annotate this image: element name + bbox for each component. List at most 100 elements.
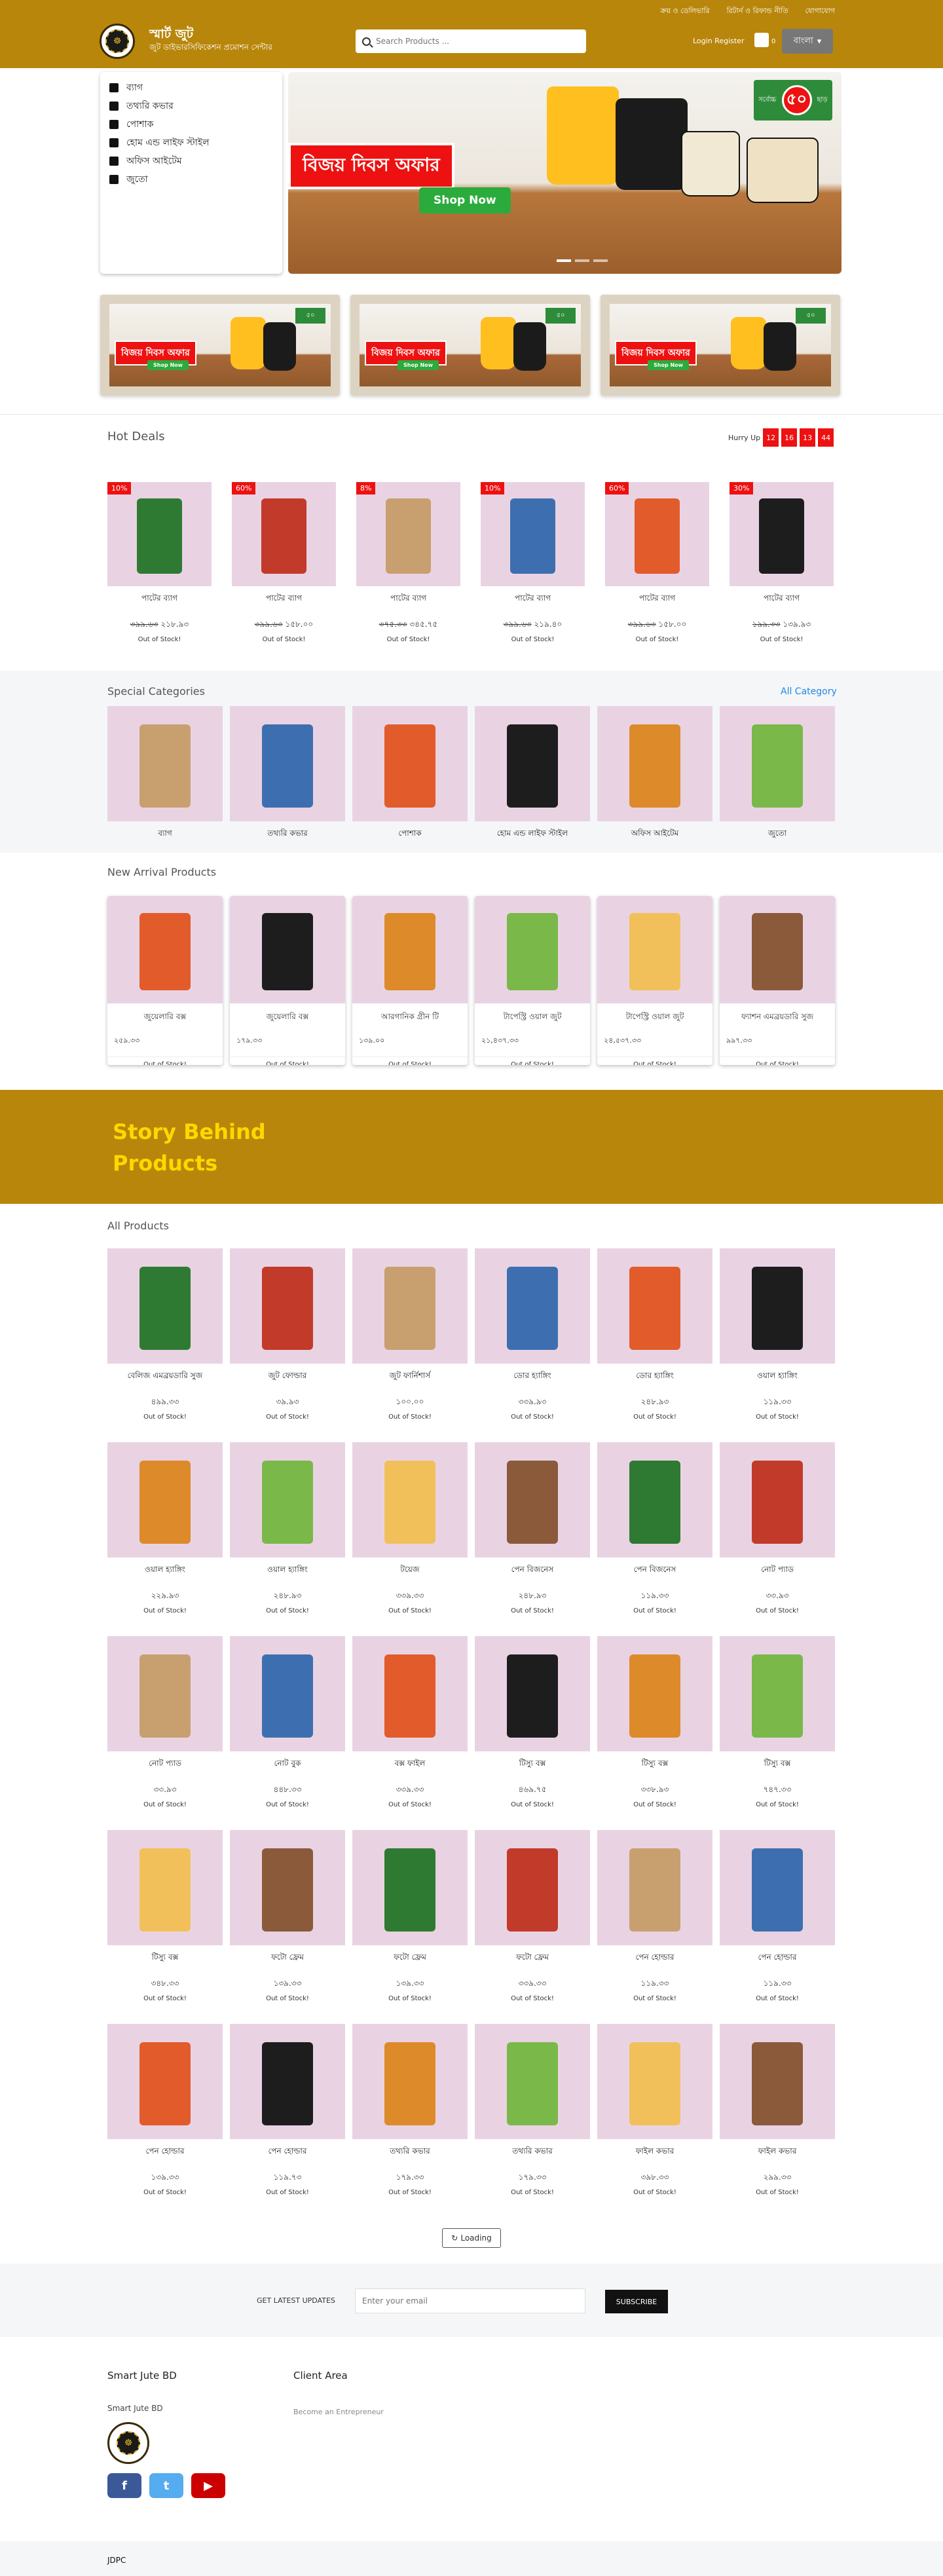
carousel-dot[interactable] <box>575 259 589 262</box>
site-logo[interactable]: ☸ <box>100 24 135 59</box>
story-section[interactable]: Story Behind Products <box>0 1090 943 1204</box>
product-image[interactable] <box>107 1636 223 1751</box>
product-image[interactable] <box>107 896 223 1003</box>
product-card[interactable]: 60% পাটের ব্যাগ ৩৯৯.৬৩ ১৫৮.০০ Out of Sto… <box>232 482 336 643</box>
product-card[interactable]: ফাইল কভার ২৯৯.৩৩ Out of Stock! <box>720 2024 835 2196</box>
product-image[interactable] <box>730 482 834 586</box>
category-name[interactable]: হোম এন্ড লাইফ স্টাইল <box>475 828 590 841</box>
category-name[interactable]: তথ্যরি কভার <box>230 828 345 841</box>
product-card[interactable]: নোট প্যাড ৩৩.৯৩ Out of Stock! <box>107 1636 223 1808</box>
product-name[interactable]: ফটো ফ্রেম <box>475 1952 590 1965</box>
product-name[interactable]: টয়েজ <box>352 1564 468 1577</box>
search-box[interactable] <box>356 29 586 53</box>
product-image[interactable] <box>597 1442 712 1558</box>
product-image[interactable] <box>605 482 709 586</box>
product-name[interactable]: নোট বুক <box>230 1758 345 1771</box>
product-name[interactable]: টিস্যু বক্স <box>720 1758 835 1771</box>
newsletter-email-input[interactable] <box>355 2288 585 2313</box>
product-name[interactable]: পাটের ব্যাগ <box>232 593 336 606</box>
product-name[interactable]: ওয়াল হ্যাঙ্গিং <box>230 1564 345 1577</box>
promo-shop-button[interactable]: Shop Now <box>398 360 439 370</box>
login-register-link[interactable]: Login Register <box>693 37 744 45</box>
product-card[interactable]: ফটো ফ্রেম ১৩৯.৩৩ Out of Stock! <box>230 1830 345 2002</box>
twitter-icon[interactable]: t <box>149 2473 183 2498</box>
youtube-icon[interactable]: ▶ <box>191 2473 225 2498</box>
arrival-card[interactable]: টাপেস্ট্রি ওয়াল জুট ২১,৪৩৭.৩৩ Out of St… <box>475 896 590 1065</box>
category-card[interactable]: পোশাক <box>352 706 468 841</box>
product-image[interactable] <box>232 482 336 586</box>
product-name[interactable]: পেন হোল্ডার <box>107 2146 223 2159</box>
product-name[interactable]: বক্স ফাইল <box>352 1758 468 1771</box>
promo-banner[interactable]: বিজয় দিবস অফার Shop Now ৫০ <box>100 295 340 396</box>
promo-shop-button[interactable]: Shop Now <box>147 360 189 370</box>
product-name[interactable]: টাপেস্ট্রি ওয়াল জুট <box>597 1011 712 1024</box>
product-card[interactable]: টয়েজ ৩৩৯.৩৩ Out of Stock! <box>352 1442 468 1615</box>
product-card[interactable]: জুট ফোল্ডার ৩৯.৯৩ Out of Stock! <box>230 1248 345 1421</box>
product-name[interactable]: তথ্যরি কভার <box>475 2146 590 2159</box>
carousel-dots[interactable] <box>557 259 608 262</box>
product-image[interactable] <box>597 1830 712 1945</box>
product-name[interactable]: পেন হোল্ডার <box>597 1952 712 1965</box>
category-card[interactable]: হোম এন্ড লাইফ স্টাইল <box>475 706 590 841</box>
sidebar-item-office[interactable]: অফিস আইটেম <box>109 152 273 170</box>
arrival-card[interactable]: জুয়েলারি বক্স ১৭৯.৩৩ Out of Stock! <box>230 896 345 1065</box>
product-card[interactable]: পেন হোল্ডার ১১৯.৩৩ Out of Stock! <box>597 1830 712 2002</box>
product-image[interactable] <box>597 2024 712 2139</box>
product-name[interactable]: ডোর হ্যাঙ্গিং <box>597 1370 712 1383</box>
product-image[interactable] <box>475 706 590 821</box>
subscribe-button[interactable]: SUBSCRIBE <box>605 2290 668 2313</box>
product-name[interactable]: ফাইল কভার <box>720 2146 835 2159</box>
product-image[interactable] <box>107 1442 223 1558</box>
product-name[interactable]: পাটের ব্যাগ <box>730 593 834 606</box>
category-card[interactable]: অফিস আইটেম <box>597 706 712 841</box>
product-card[interactable]: 60% পাটের ব্যাগ ৩৯৯.৬৩ ১৫৮.০০ Out of Sto… <box>605 482 709 643</box>
product-image[interactable] <box>230 1442 345 1558</box>
category-card[interactable]: ব্যাগ <box>107 706 223 841</box>
product-image[interactable] <box>597 896 712 1003</box>
product-image[interactable] <box>597 1248 712 1364</box>
product-image[interactable] <box>475 1248 590 1364</box>
category-name[interactable]: অফিস আইটেম <box>597 828 712 841</box>
product-name[interactable]: ফটো ফ্রেম <box>230 1952 345 1965</box>
product-card[interactable]: ফটো ফ্রেম ১৩৯.৩৩ Out of Stock! <box>352 1830 468 2002</box>
product-card[interactable]: নোট বুক ৪৪৮.৩৩ Out of Stock! <box>230 1636 345 1808</box>
product-card[interactable]: পেন হোল্ডার ১১৯.৭৩ Out of Stock! <box>230 2024 345 2196</box>
product-card[interactable]: 10% পাটের ব্যাগ ৩৯৯.৬৩ ২১৮.৯৩ Out of Sto… <box>107 482 212 643</box>
product-image[interactable] <box>720 896 835 1003</box>
promo-banner[interactable]: বিজয় দিবস অফার Shop Now ৫০ <box>601 295 840 396</box>
product-name[interactable]: পাটের ব্যাগ <box>107 593 212 606</box>
product-name[interactable]: নোট প্যাড <box>720 1564 835 1577</box>
hero-banner[interactable]: বিজয় দিবস অফার Shop Now সর্বোচ্চ ৫০ ছাড… <box>288 72 841 274</box>
product-name[interactable]: পেন হোল্ডার <box>720 1952 835 1965</box>
product-image[interactable] <box>352 1830 468 1945</box>
product-name[interactable]: আরগানিক গ্রীন টি <box>352 1011 468 1024</box>
product-image[interactable] <box>475 1442 590 1558</box>
product-name[interactable]: পেন বিজনেস <box>597 1564 712 1577</box>
arrival-card[interactable]: ফ্যাশন এমব্রয়ডারি সুজ ৯৯৭.৩৩ Out of Sto… <box>720 896 835 1065</box>
product-image[interactable] <box>230 896 345 1003</box>
product-image[interactable] <box>230 1830 345 1945</box>
product-name[interactable]: জুয়েলারি বক্স <box>230 1011 345 1024</box>
product-image[interactable] <box>352 2024 468 2139</box>
product-image[interactable] <box>352 1636 468 1751</box>
product-image[interactable] <box>107 1830 223 1945</box>
all-category-link[interactable]: All Category <box>781 686 837 697</box>
product-name[interactable]: ফটো ফ্রেম <box>352 1952 468 1965</box>
product-name[interactable]: জুট ফোল্ডার <box>230 1370 345 1383</box>
product-card[interactable]: টিস্যু বক্স ৩৩৮.৯৩ Out of Stock! <box>597 1636 712 1808</box>
product-card[interactable]: 10% পাটের ব্যাগ ৩৯৯.৬৩ ২১৯.৪০ Out of Sto… <box>481 482 585 643</box>
loading-button[interactable]: ↻ Loading <box>442 2228 501 2248</box>
product-name[interactable]: টাপেস্ট্রি ওয়াল জুট <box>475 1011 590 1024</box>
product-card[interactable]: ফাইল কভার ৩৯৮.৩৩ Out of Stock! <box>597 2024 712 2196</box>
product-image[interactable] <box>107 482 212 586</box>
product-name[interactable]: বেলিজ এমব্রয়ডারি সুজ <box>107 1370 223 1383</box>
product-image[interactable] <box>107 706 223 821</box>
promo-banner[interactable]: বিজয় দিবস অফার Shop Now ৫০ <box>350 295 590 396</box>
product-image[interactable] <box>475 1636 590 1751</box>
product-card[interactable]: টিস্যু বক্স ৪৬৯.৭৫ Out of Stock! <box>475 1636 590 1808</box>
product-name[interactable]: ফাইল কভার <box>597 2146 712 2159</box>
product-image[interactable] <box>352 1442 468 1558</box>
product-image[interactable] <box>720 2024 835 2139</box>
product-image[interactable] <box>481 482 585 586</box>
product-name[interactable]: পাটের ব্যাগ <box>481 593 585 606</box>
